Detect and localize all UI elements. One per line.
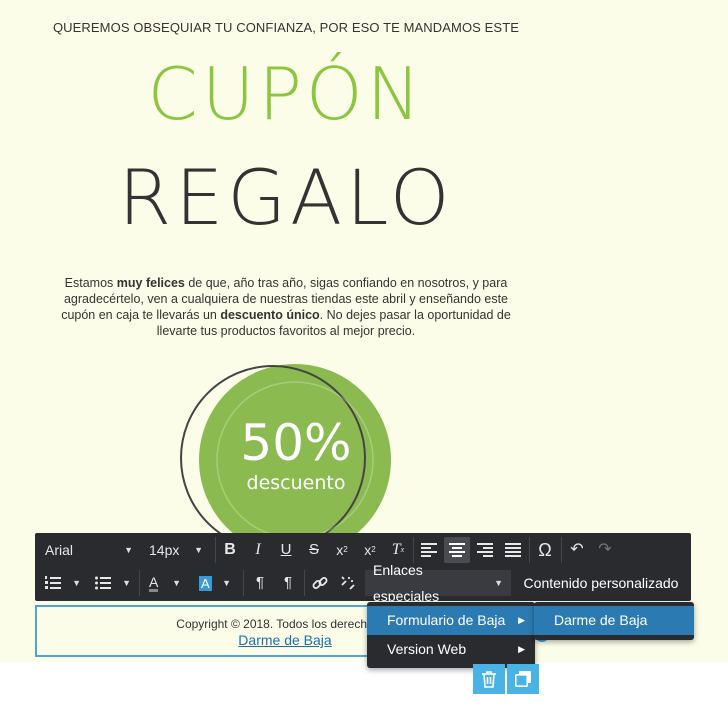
background-color-button[interactable]: A ▼ bbox=[193, 570, 237, 596]
menu-item-label: Darme de Baja bbox=[554, 612, 648, 628]
font-size-value: 14px bbox=[149, 542, 180, 558]
body-bold-text: muy felices bbox=[116, 276, 185, 290]
link-icon[interactable] bbox=[307, 570, 333, 596]
submenu-item-darme-de-baja[interactable]: Darme de Baja bbox=[534, 606, 694, 635]
custom-content-button[interactable]: Contenido personalizado bbox=[515, 570, 687, 596]
chevron-down-icon: ▼ bbox=[194, 545, 203, 555]
chevron-down-icon: ▼ bbox=[494, 578, 503, 588]
font-size-select[interactable]: 14px ▼ bbox=[143, 537, 209, 563]
bullet-list-button[interactable]: ▼ bbox=[91, 570, 135, 596]
font-family-select[interactable]: Arial ▼ bbox=[39, 537, 139, 563]
delete-block-button[interactable] bbox=[473, 664, 505, 694]
strikethrough-icon[interactable]: S bbox=[301, 537, 327, 563]
toolbar-row-1: Arial ▼ 14px ▼ B I U S x2 x2 Tx Ω ↶ ↷ bbox=[35, 533, 691, 567]
text-color-button[interactable]: A ▼ bbox=[143, 570, 187, 596]
special-links-menu: Formulario de Baja ▶ Version Web ▶ bbox=[367, 602, 535, 668]
body-bold-text: descuento único bbox=[220, 308, 320, 322]
chevron-down-icon: ▼ bbox=[124, 545, 133, 555]
discount-label: descuento bbox=[246, 472, 346, 494]
menu-item-formulario-baja[interactable]: Formulario de Baja ▶ bbox=[367, 606, 535, 635]
block-actions bbox=[473, 664, 539, 694]
chevron-down-icon: ▼ bbox=[172, 578, 181, 588]
omega-special-char-icon[interactable]: Ω bbox=[532, 537, 558, 563]
numbered-list-icon bbox=[45, 576, 61, 589]
redo-icon[interactable]: ↷ bbox=[592, 537, 618, 563]
bullet-list-icon bbox=[95, 576, 111, 590]
duplicate-block-button[interactable] bbox=[507, 664, 539, 694]
numbered-list-button[interactable]: ▼ bbox=[41, 570, 85, 596]
background-color-icon: A bbox=[199, 575, 212, 591]
discount-percent: 50% bbox=[240, 414, 352, 472]
underline-icon[interactable]: U bbox=[273, 537, 299, 563]
superscript-icon[interactable]: x2 bbox=[329, 537, 355, 563]
unlink-icon[interactable] bbox=[335, 570, 361, 596]
menu-item-version-web[interactable]: Version Web ▶ bbox=[367, 635, 535, 664]
undo-icon[interactable]: ↶ bbox=[564, 537, 590, 563]
toolbar-row-2: ▼ ▼ A ▼ A ▼ ¶ ¶ Enlaces especiales ▼ Con… bbox=[35, 562, 691, 604]
bold-icon[interactable]: B bbox=[217, 537, 243, 563]
chevron-down-icon: ▼ bbox=[72, 578, 81, 588]
chevron-right-icon: ▶ bbox=[518, 644, 525, 654]
menu-item-label: Version Web bbox=[387, 641, 467, 657]
special-links-dropdown[interactable]: Enlaces especiales ▼ bbox=[365, 562, 511, 604]
body-text: Estamos bbox=[64, 276, 117, 290]
headline-regalo[interactable]: REGALO bbox=[0, 160, 572, 236]
trash-icon bbox=[482, 671, 496, 688]
chevron-down-icon: ▼ bbox=[122, 578, 131, 588]
body-paragraph[interactable]: Estamos muy felices de que, año tras año… bbox=[50, 275, 522, 339]
custom-content-label: Contenido personalizado bbox=[523, 575, 679, 591]
chevron-right-icon: ▶ bbox=[518, 615, 525, 625]
italic-icon[interactable]: I bbox=[245, 537, 271, 563]
menu-item-label: Formulario de Baja bbox=[387, 612, 506, 628]
headline-cupon[interactable]: CUPÓN bbox=[0, 58, 572, 130]
text-color-icon: A bbox=[149, 573, 159, 592]
rich-text-toolbar: Arial ▼ 14px ▼ B I U S x2 x2 Tx Ω ↶ ↷ ▼ … bbox=[35, 533, 691, 604]
paragraph-rtl-icon[interactable]: ¶ bbox=[275, 570, 301, 596]
paragraph-ltr-icon[interactable]: ¶ bbox=[247, 570, 273, 596]
align-justify-icon[interactable] bbox=[500, 537, 526, 563]
unsubscribe-submenu: Darme de Baja bbox=[534, 602, 694, 640]
duplicate-icon bbox=[515, 671, 531, 687]
intro-text[interactable]: QUEREMOS OBSEQUIAR TU CONFIANZA, POR ESO… bbox=[0, 20, 572, 35]
chevron-down-icon: ▼ bbox=[222, 578, 231, 588]
font-family-value: Arial bbox=[45, 542, 74, 558]
